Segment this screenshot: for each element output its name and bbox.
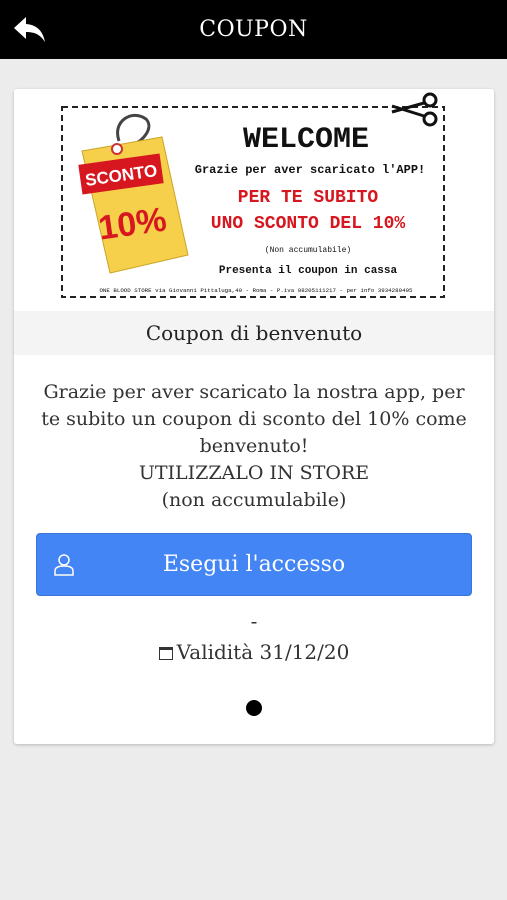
banner-footer: ONE BLOOD STORE via Giovanni Pittaluga,4… (99, 287, 413, 294)
banner-offer-line1: PER TE SUBITO (238, 188, 379, 208)
non-cumulative-text: (non accumulabile) (161, 489, 347, 511)
back-arrow-icon (14, 17, 45, 42)
login-button-label: Esegui l'accesso (162, 552, 346, 577)
coupon-description-block: Grazie per aver scaricato la nostra app,… (34, 379, 474, 514)
page-title: COUPON (199, 17, 308, 42)
top-bar: COUPON (0, 0, 507, 59)
use-in-store-text: UTILIZZALO IN STORE (138, 462, 370, 484)
coupon-name: Coupon di benvenuto (14, 311, 494, 355)
coupon-banner-image: SCONTO 10% WELCOME Grazie per aver scari… (14, 89, 494, 311)
validity-text: Validità 31/12/20 (176, 640, 350, 664)
banner-thanks: Grazie per aver scaricato l'APP! (195, 163, 425, 177)
coupon-description: Grazie per aver scaricato la nostra app,… (41, 381, 467, 457)
separator-dash: - (250, 609, 258, 633)
login-button[interactable]: Esegui l'accesso (36, 533, 472, 596)
validity-row: Validità 31/12/20 (14, 640, 494, 664)
back-button[interactable] (8, 10, 52, 50)
scissors-icon (391, 92, 438, 127)
banner-welcome: WELCOME (243, 123, 369, 157)
discount-tag: SCONTO 10% (78, 136, 189, 274)
banner-note: (Non accumulabile) (265, 246, 351, 255)
coupon-card: SCONTO 10% WELCOME Grazie per aver scari… (14, 89, 494, 744)
pager-dot-active[interactable] (246, 700, 262, 716)
banner-offer-line2: UNO SCONTO DEL 10% (211, 214, 406, 234)
banner-present: Presenta il coupon in cassa (219, 265, 398, 277)
calendar-icon (158, 647, 173, 660)
